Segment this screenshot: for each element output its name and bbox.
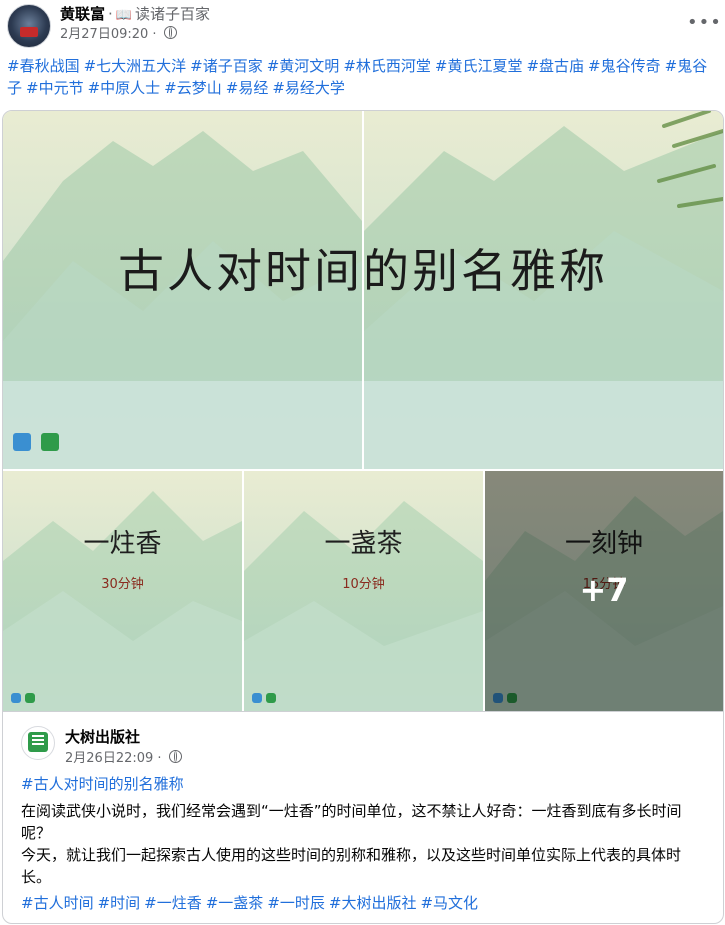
post-hashtag-link[interactable]: #中原人士 (88, 79, 161, 97)
more-options-button[interactable]: ••• (687, 10, 721, 38)
tile-subtitle: 30分钟 (101, 577, 144, 592)
publisher-name[interactable]: 大树出版社 (65, 726, 140, 747)
partner-logo (252, 693, 262, 703)
post-hashtag-link[interactable]: #春秋战国 (7, 57, 80, 75)
gallery-image-3[interactable]: 一炷香 30分钟 (3, 471, 242, 711)
meta-separator: · (152, 27, 157, 42)
post-hashtag-link[interactable]: #鬼谷传奇 (588, 57, 661, 75)
post-timestamp[interactable]: 2月27日09:20 (60, 27, 148, 42)
post-hashtag-link[interactable]: #易经大学 (272, 79, 345, 97)
shared-body-paragraph: 今天，就让我们一起探索古人使用的这些时间的别称和雅称，以及这些时间单位实际上代表… (21, 846, 682, 886)
author-line: 黄联富 · 📖 读诸子百家 (60, 4, 210, 26)
more-photos-count[interactable]: +7 (485, 571, 723, 609)
post-hashtag-link[interactable]: #黄氏江夏堂 (435, 57, 523, 75)
book-icon: 📖 (115, 8, 132, 23)
tile-title: 一炷香 (83, 529, 162, 559)
gallery-image-4[interactable]: 一盏茶 10分钟 (244, 471, 483, 711)
tile-title: 一盏茶 (324, 529, 403, 559)
shared-headline-tag[interactable]: #古人对时间的别名雅称 (21, 773, 184, 794)
shared-timestamp[interactable]: 2月26日22:09 (65, 751, 153, 766)
author-name[interactable]: 黄联富 (60, 5, 105, 23)
post-card: 古人对时间的别名雅称 一炷香 30分钟 一盏茶 10分钟 一刻钟 15分钟 +7 (2, 110, 724, 924)
shared-post: 大树出版社 2月26日22:09 · #古人对时间的别名雅称 在阅读武侠小说时，… (3, 711, 723, 923)
shared-hashtag-link[interactable]: #马文化 (420, 894, 478, 912)
shared-hashtag-link[interactable]: #大树出版社 (329, 894, 417, 912)
shared-body-paragraph: 在阅读武侠小说时，我们经常会遇到“一炷香”的时间单位，这不禁让人好奇：一炷香到底… (21, 802, 682, 842)
post-hashtag-link[interactable]: #盘古庙 (526, 57, 584, 75)
shared-hashtag-link[interactable]: #时间 (98, 894, 141, 912)
tile-subtitle: 10分钟 (342, 577, 385, 592)
shared-hashtag-link[interactable]: #一时辰 (267, 894, 325, 912)
post-hashtag-link[interactable]: #中元节 (26, 79, 84, 97)
group-name[interactable]: 读诸子百家 (135, 5, 210, 23)
shared-hashtags: #古人时间 #时间 #一炷香 #一盏茶 #一时辰 #大树出版社 #马文化 (21, 892, 705, 913)
shared-post-meta: 2月26日22:09 · (65, 747, 182, 766)
post-header: 黄联富 · 📖 读诸子百家 2月27日09:20 · ••• (0, 0, 725, 48)
shared-hashtag-link[interactable]: #一炷香 (144, 894, 202, 912)
globe-icon (163, 26, 177, 39)
post-hashtag-link[interactable]: #七大洲五大洋 (84, 57, 187, 75)
post-meta: 2月27日09:20 · (60, 26, 177, 44)
shared-post-body: 在阅读武侠小说时，我们经常会遇到“一炷香”的时间单位，这不禁让人好奇：一炷香到底… (21, 800, 705, 888)
globe-icon (168, 750, 182, 763)
partner-logo (11, 693, 21, 703)
shared-meta-separator: · (157, 751, 162, 766)
publisher-logo (25, 693, 35, 703)
post-hashtag-link[interactable]: #易经 (226, 79, 269, 97)
author-avatar[interactable] (7, 4, 51, 48)
gallery-image-5[interactable]: 一刻钟 15分钟 +7 (485, 471, 723, 711)
separator: · (108, 5, 113, 23)
post-hashtags: #春秋战国 #七大洲五大洋 #诸子百家 #黄河文明 #林氏西河堂 #黄氏江夏堂 #盘古庙 #鬼… (7, 55, 719, 99)
publisher-logo (41, 433, 59, 451)
partner-logo (13, 433, 31, 451)
post-hashtag-link[interactable]: #诸子百家 (190, 57, 263, 75)
publisher-logo (266, 693, 276, 703)
gallery-main-title: 古人对时间的别名雅称 (118, 244, 608, 298)
shared-hashtag-link[interactable]: #一盏茶 (206, 894, 264, 912)
post-hashtag-link[interactable]: #林氏西河堂 (343, 57, 431, 75)
post-hashtag-link[interactable]: #云梦山 (164, 79, 222, 97)
shared-hashtag-link[interactable]: #古人时间 (21, 894, 94, 912)
post-hashtag-link[interactable]: #黄河文明 (267, 57, 340, 75)
publisher-avatar[interactable] (21, 726, 55, 760)
